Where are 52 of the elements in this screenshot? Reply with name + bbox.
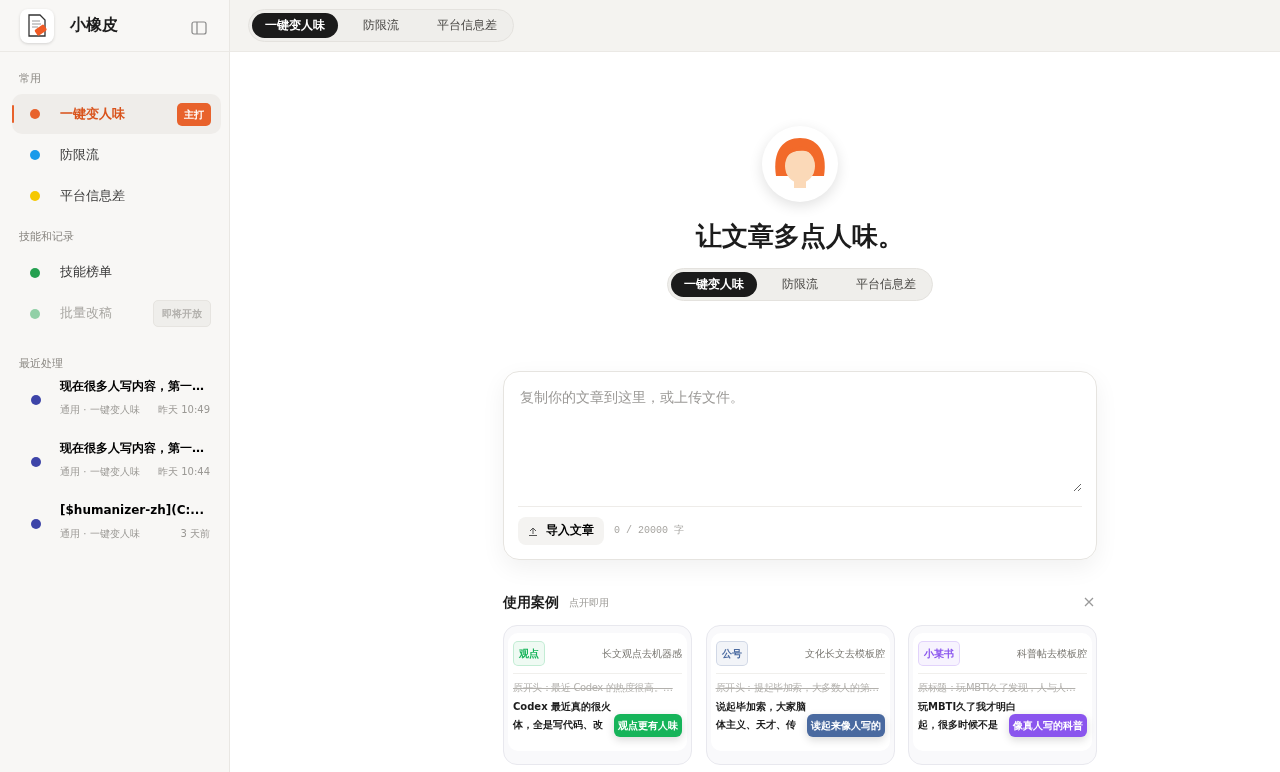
status-dot (31, 518, 41, 529)
rewritten-text: 起，很多时候不是 (918, 718, 998, 733)
tab[interactable]: 一键变人味 (252, 12, 338, 39)
page-heading: 让文章多点人味。 (696, 220, 904, 253)
rewritten-text: 体，全是写代码、改 (513, 718, 603, 733)
item-title: 现在很多人写内容，第一… (60, 378, 205, 395)
item-time: 昨天 10:44 (158, 465, 210, 479)
import-button[interactable]: 导入文章 (518, 517, 604, 545)
app-name: 小橡皮 (70, 15, 118, 36)
character-counter: 0 / 20000 字 (614, 524, 684, 538)
item-time: 3 天前 (180, 527, 210, 541)
case-tag: 公号 (715, 640, 748, 666)
item-tag: 即将开放 (153, 300, 211, 328)
tab[interactable]: 平台信息差 (424, 12, 510, 39)
result-button[interactable]: 读起来像人写的 (806, 713, 885, 737)
original-text: 原标题：玩MBTI久了发现，人与人… (918, 672, 1087, 694)
status-dot (31, 394, 41, 405)
case-tag: 小某书 (918, 640, 960, 666)
upload-icon (528, 526, 538, 536)
sidebar-item[interactable]: 技能榜单 (12, 252, 221, 293)
app-logo (20, 8, 54, 43)
item-tag: 主打 (177, 102, 211, 126)
tab[interactable]: 平台信息差 (843, 271, 929, 298)
tab[interactable]: 防限流 (769, 271, 831, 298)
case-subtitle: 长文观点去机器感 (602, 646, 682, 660)
tab[interactable]: 防限流 (350, 12, 412, 39)
sidebar-item[interactable]: 平台信息差 (12, 176, 221, 217)
case-card[interactable]: 观点 长文观点去机器感 原开头：最近 Codex 的热度很高。… Codex 最近真的很火 体，全是写代码、改 观点更有人味 (503, 624, 692, 765)
tab[interactable]: 一键变人味 (671, 271, 757, 298)
case-card[interactable]: 小某书 科普帖去模板腔 原标题：玩MBTI久了发现，人与人… 玩MBTI久了我才明白 起，很多时候不是 像真人写的科普 (908, 624, 1097, 765)
item-time: 昨天 10:49 (158, 403, 210, 417)
section-title: 技能和记录 (18, 230, 75, 245)
item-title: 现在很多人写内容，第一… (60, 440, 205, 457)
section-title: 最近处理 (18, 356, 64, 371)
rewritten-text: 玩MBTI久了我才明白 (918, 699, 1018, 714)
case-card[interactable]: 公号 文化长文去模板腔 原开头：提起毕加索，大多数人的第… 说起毕加索，大家脑 体主义、天才、传 读起来像人写的 (705, 624, 895, 765)
section-title: 使用案例 (503, 593, 559, 612)
status-dot (31, 456, 41, 467)
case-subtitle: 科普帖去模板腔 (1017, 646, 1087, 660)
original-text: 原开头：提起毕加索，大多数人的第… (715, 672, 885, 694)
result-button[interactable]: 像真人写的科普 (1009, 713, 1087, 737)
case-tag: 观点 (513, 640, 545, 666)
rewritten-text: 体主义、天才、传 (715, 718, 796, 733)
section-hint: 点开即用 (569, 595, 609, 609)
case-subtitle: 文化长文去模板腔 (804, 646, 885, 660)
section-title: 常用 (18, 72, 42, 87)
rewritten-text: Codex 最近真的很火 (513, 699, 613, 714)
article-field[interactable]: 复制你的文章到这里，或上传文件。 导入文章 0 / 20000 字 (503, 371, 1097, 560)
sidebar-item[interactable]: 防限流 (12, 135, 221, 176)
original-text: 原开头：最近 Codex 的热度很高。… (513, 672, 682, 694)
item-title: [$humanizer-zh](C:... (60, 502, 205, 519)
rewritten-text: 说起毕加索，大家脑 (715, 699, 807, 714)
